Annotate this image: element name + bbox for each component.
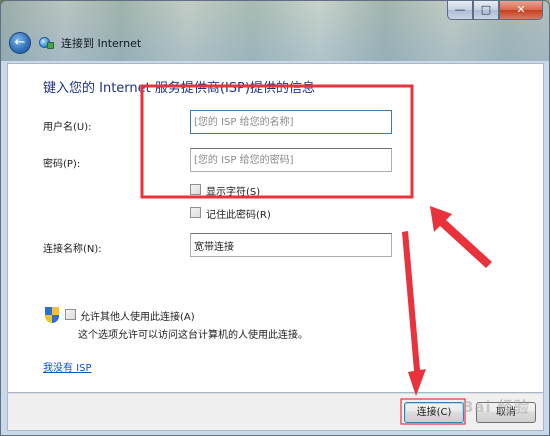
maximize-button[interactable]: □ — [473, 1, 499, 20]
allow-others-description: 这个选项允许可以访问这台计算机的人使用此连接。 — [78, 330, 308, 341]
page-heading: 键入您的 Internet 服务提供商(ISP)提供的信息 — [43, 81, 315, 96]
password-input[interactable] — [190, 148, 392, 172]
remember-password-checkbox[interactable] — [190, 207, 201, 218]
remember-password-label: 记住此密码(R) — [206, 210, 271, 221]
show-characters-checkbox[interactable] — [190, 184, 201, 195]
connection-name-label: 连接名称(N): — [43, 244, 102, 255]
window-title: 连接到 Internet — [61, 37, 142, 50]
no-isp-link[interactable]: 我没有 ISP — [43, 359, 92, 374]
connection-name-input[interactable] — [190, 233, 392, 257]
username-label: 用户名(U): — [43, 122, 92, 133]
minimize-button[interactable]: — — [447, 1, 473, 20]
back-arrow-icon[interactable]: ← — [9, 32, 31, 54]
show-characters-label: 显示字符(S) — [206, 187, 261, 198]
allow-others-label: 允许其他人使用此连接(A) — [80, 312, 195, 323]
uac-shield-icon — [45, 307, 59, 323]
password-label: 密码(P): — [43, 159, 81, 170]
watermark: Bai 经验 — [462, 398, 530, 416]
connect-button[interactable]: 连接(C) — [404, 402, 464, 423]
close-button[interactable]: ✕ — [499, 1, 543, 20]
username-input[interactable] — [190, 110, 392, 134]
wizard-content: 键入您的 Internet 服务提供商(ISP)提供的信息 用户名(U): 密码… — [7, 63, 544, 393]
connect-to-internet-window: — □ ✕ ← 连接到 Internet 键入您的 Internet 服务提供商… — [0, 0, 550, 436]
network-connection-icon — [39, 35, 55, 51]
navigation-bar: ← 连接到 Internet — [1, 25, 549, 61]
allow-others-checkbox[interactable] — [65, 309, 76, 320]
caption-buttons: — □ ✕ — [447, 1, 543, 20]
